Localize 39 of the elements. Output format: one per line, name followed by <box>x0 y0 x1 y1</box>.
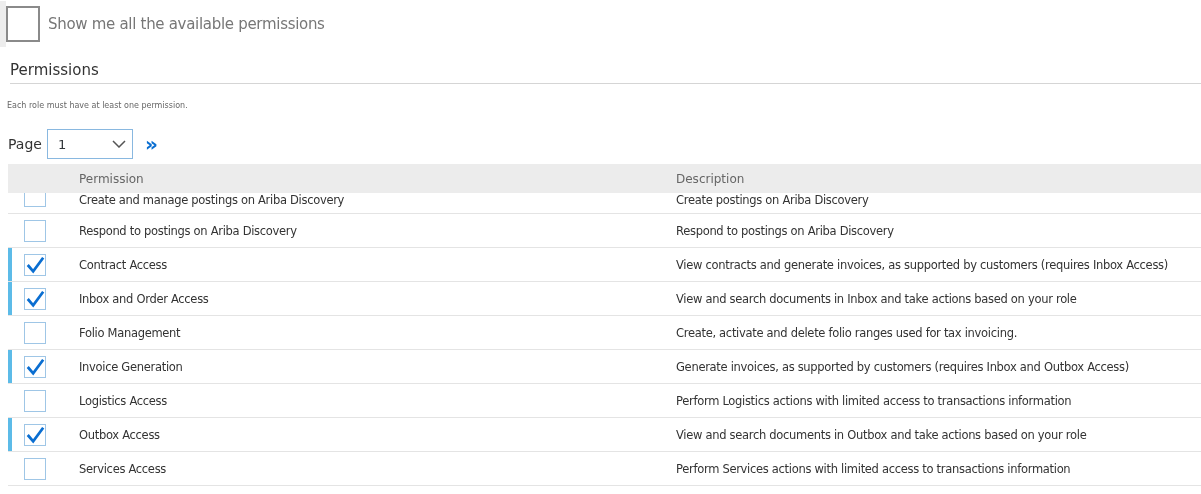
table-cell-text: Create postings on Ariba Discovery <box>676 193 870 207</box>
table-cell-text: Perform Logistics actions with limited access to transactions information <box>676 393 1073 408</box>
page-label: Page <box>8 136 42 152</box>
checkbox[interactable] <box>24 253 46 276</box>
table-cell-text: Logistics Access <box>79 393 168 408</box>
table-cell-text: Invoice Generation <box>79 359 184 374</box>
table-cell-text: Perform Services actions with limited access to transactions information <box>676 461 1072 476</box>
checkbox[interactable] <box>24 219 46 242</box>
table-cell-text: View and search documents in Outbox and take actions based on your role <box>676 427 1088 442</box>
checkbox[interactable] <box>24 457 46 480</box>
checkbox[interactable] <box>24 389 46 412</box>
table-cell-text: Generate invoices, as supported by customers (requires Inbox and Outbox Access) <box>676 359 1130 374</box>
table-cell-text: View and search documents in Inbox and take actions based on your role <box>676 291 1078 306</box>
selection-bar <box>8 350 12 383</box>
section-title: Permissions <box>10 61 1201 84</box>
column-header: Description <box>676 171 746 186</box>
checkbox[interactable] <box>24 321 46 344</box>
checkbox-label[interactable]: Show me all the available permissions <box>48 15 325 33</box>
column-header: Permission <box>79 171 145 186</box>
checkbox[interactable] <box>24 287 46 310</box>
table-cell-text: Respond to postings on Ariba Discovery <box>79 223 298 238</box>
table-cell-text: Create and manage postings on Ariba Discovery <box>79 193 346 207</box>
table-cell-text: Respond to postings on Ariba Discovery <box>676 223 895 238</box>
checkbox[interactable] <box>24 355 46 378</box>
caret-icon <box>111 140 126 148</box>
table-cell-text: Contract Access <box>79 257 168 272</box>
checkbox[interactable] <box>24 193 46 207</box>
table-cell-text: View contracts and generate invoices, as supported by customers (requires Inbox Access) <box>676 257 1169 272</box>
table-cell-text: Services Access <box>79 461 168 476</box>
next-page-button[interactable]: » <box>144 134 158 154</box>
table-cell-text: Folio Management <box>79 325 182 340</box>
checkbox[interactable] <box>6 6 40 42</box>
table-cell-text: Create, activate and delete folio ranges used for tax invoicing. <box>676 325 1018 340</box>
selection-bar <box>8 418 12 451</box>
table-cell-text: Outbox Access <box>79 427 161 442</box>
table-cell-text: Inbox and Order Access <box>79 291 210 306</box>
checkbox[interactable] <box>24 423 46 446</box>
page-select[interactable]: 1 <box>46 129 133 159</box>
note-text: Each role must have at least one permission. <box>7 101 189 110</box>
